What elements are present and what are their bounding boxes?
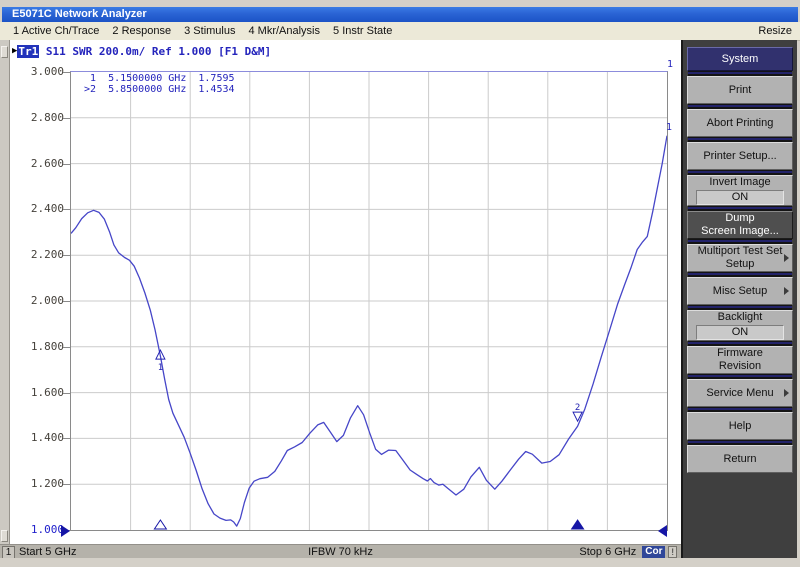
menu-item-resize[interactable]: Resize xyxy=(758,22,792,40)
marker-readout: 1 5.1500000 GHz 1.7595 >2 5.8500000 GHz … xyxy=(84,73,235,95)
submenu-arrow-icon xyxy=(784,254,789,262)
menu-item-3[interactable]: 4 Mkr/Analysis xyxy=(248,22,320,40)
splitter-handle xyxy=(1,46,8,58)
window-title: E5071C Network Analyzer xyxy=(12,8,147,20)
submenu-arrow-icon xyxy=(784,389,789,397)
softkey-system[interactable]: System xyxy=(687,47,793,71)
softkey-misc-setup[interactable]: Misc Setup xyxy=(687,277,793,305)
y-axis-tick-mark xyxy=(63,118,70,119)
trace-label-chip[interactable]: Tr1 xyxy=(17,45,39,58)
bottom-frame-strip xyxy=(0,558,800,567)
y-axis-tick-label: 2.600 xyxy=(18,158,64,170)
y-axis-tick-label: 1.400 xyxy=(18,432,64,444)
sweep-end-indicator-icon xyxy=(658,525,667,537)
y-axis-tick-label: 2.200 xyxy=(18,249,64,261)
softkey-menu-panel: System Print Abort Printing Printer Setup..… xyxy=(681,40,797,558)
title-bar: E5071C Network Analyzer xyxy=(2,7,798,22)
y-axis-tick-label: 1.000 xyxy=(18,524,64,536)
menu-bar: 1 Active Ch/Trace 2 Response 3 Stimulus 4 M… xyxy=(0,22,800,41)
softkey-printer-setup[interactable]: Printer Setup... xyxy=(687,142,793,170)
softkey-print[interactable]: Print xyxy=(687,76,793,104)
softkey-label: Invert Image xyxy=(709,176,770,189)
y-axis-tick-mark xyxy=(63,72,70,73)
trace-number-label-end: 1 xyxy=(666,123,672,133)
y-axis-tick-mark xyxy=(63,255,70,256)
correction-status-badge: Cor xyxy=(642,546,665,558)
grid-lines xyxy=(71,72,667,530)
status-bar: 1 Start 5 GHz IFBW 70 kHz Stop 6 GHz Cor… xyxy=(0,544,681,559)
menu-item-1[interactable]: 2 Response xyxy=(112,22,171,40)
softkey-label: Printer Setup... xyxy=(703,150,776,163)
softkey-return[interactable]: Return xyxy=(687,445,793,473)
sidebar-menu: System Print Abort Printing Printer Setup..… xyxy=(687,47,793,473)
menu-item-4[interactable]: 5 Instr State xyxy=(333,22,392,40)
y-axis-tick-mark xyxy=(63,438,70,439)
marker-2-number: 2 xyxy=(575,403,580,413)
softkey-label: Revision xyxy=(719,360,761,373)
application-window: E5071C Network Analyzer 1 Active Ch/Trac… xyxy=(0,0,800,567)
softkey-help[interactable]: Help xyxy=(687,412,793,440)
swr-trace-chart: 12 xyxy=(71,72,667,530)
y-axis-tick-label: 2.400 xyxy=(18,203,64,215)
stop-frequency-label: Stop 6 GHz xyxy=(579,545,636,559)
softkey-label: System xyxy=(722,53,759,66)
y-axis-tick-label: 1.600 xyxy=(18,387,64,399)
softkey-multiport-test-set-setup[interactable]: Multiport Test SetSetup xyxy=(687,244,793,272)
softkey-backlight[interactable]: BacklightON xyxy=(687,310,793,341)
marker-1-stimulus-indicator-icon[interactable] xyxy=(154,520,166,529)
softkey-label: Firmware xyxy=(717,347,763,360)
trace-number-label-top: 1 xyxy=(667,60,673,70)
softkey-backlight-state: ON xyxy=(696,325,783,340)
menu-item-2[interactable]: 3 Stimulus xyxy=(184,22,235,40)
trace-parameters-text: S11 SWR 200.0m/ Ref 1.000 [F1 D&M] xyxy=(39,45,271,58)
y-axis-tick-label: 3.000 xyxy=(18,66,64,78)
y-axis-tick-label: 1.800 xyxy=(18,341,64,353)
marker-1-number: 1 xyxy=(158,363,163,373)
softkey-label: Abort Printing xyxy=(707,117,774,130)
alert-indicator: ! xyxy=(668,546,677,558)
left-splitter-strip xyxy=(0,40,10,558)
y-axis-tick-label: 1.200 xyxy=(18,478,64,490)
softkey-label: Setup xyxy=(726,258,755,271)
y-axis-tick-mark xyxy=(63,347,70,348)
softkey-invert-image-state: ON xyxy=(696,190,783,205)
softkey-label: Print xyxy=(729,84,752,97)
softkey-label: Backlight xyxy=(718,311,763,324)
softkey-label: Dump xyxy=(725,212,754,225)
softkey-dump-screen-image[interactable]: DumpScreen Image... xyxy=(687,211,793,239)
menu-item-0[interactable]: 1 Active Ch/Trace xyxy=(13,22,99,40)
y-axis-tick-mark xyxy=(63,209,70,210)
submenu-arrow-icon xyxy=(784,287,789,295)
trace-status-line: ▶Tr1 S11 SWR 200.0m/ Ref 1.000 [F1 D&M] xyxy=(12,45,271,58)
y-axis-tick-mark xyxy=(63,484,70,485)
y-axis-tick-mark xyxy=(63,393,70,394)
softkey-label: Multiport Test Set xyxy=(698,245,783,258)
y-axis-tick-mark xyxy=(63,164,70,165)
softkey-abort-printing[interactable]: Abort Printing xyxy=(687,109,793,137)
y-axis-tick-label: 2.800 xyxy=(18,112,64,124)
splitter-handle xyxy=(1,530,8,542)
softkey-firmware-revision[interactable]: FirmwareRevision xyxy=(687,346,793,374)
marker-2-stimulus-indicator-icon[interactable] xyxy=(572,520,584,529)
softkey-service-menu[interactable]: Service Menu xyxy=(687,379,793,407)
softkey-label: Return xyxy=(723,453,756,466)
reference-level-indicator-icon xyxy=(61,525,70,537)
softkey-label: Screen Image... xyxy=(701,225,779,238)
softkey-invert-image[interactable]: Invert ImageON xyxy=(687,175,793,206)
softkey-label: Misc Setup xyxy=(713,285,767,298)
softkey-label: Help xyxy=(729,420,752,433)
softkey-label: Service Menu xyxy=(706,387,773,400)
graticule-plot-area: 12 xyxy=(70,71,668,531)
y-axis-tick-label: 2.000 xyxy=(18,295,64,307)
y-axis-tick-mark xyxy=(63,301,70,302)
menu-bar-items: 1 Active Ch/Trace 2 Response 3 Stimulus 4 M… xyxy=(0,25,392,37)
